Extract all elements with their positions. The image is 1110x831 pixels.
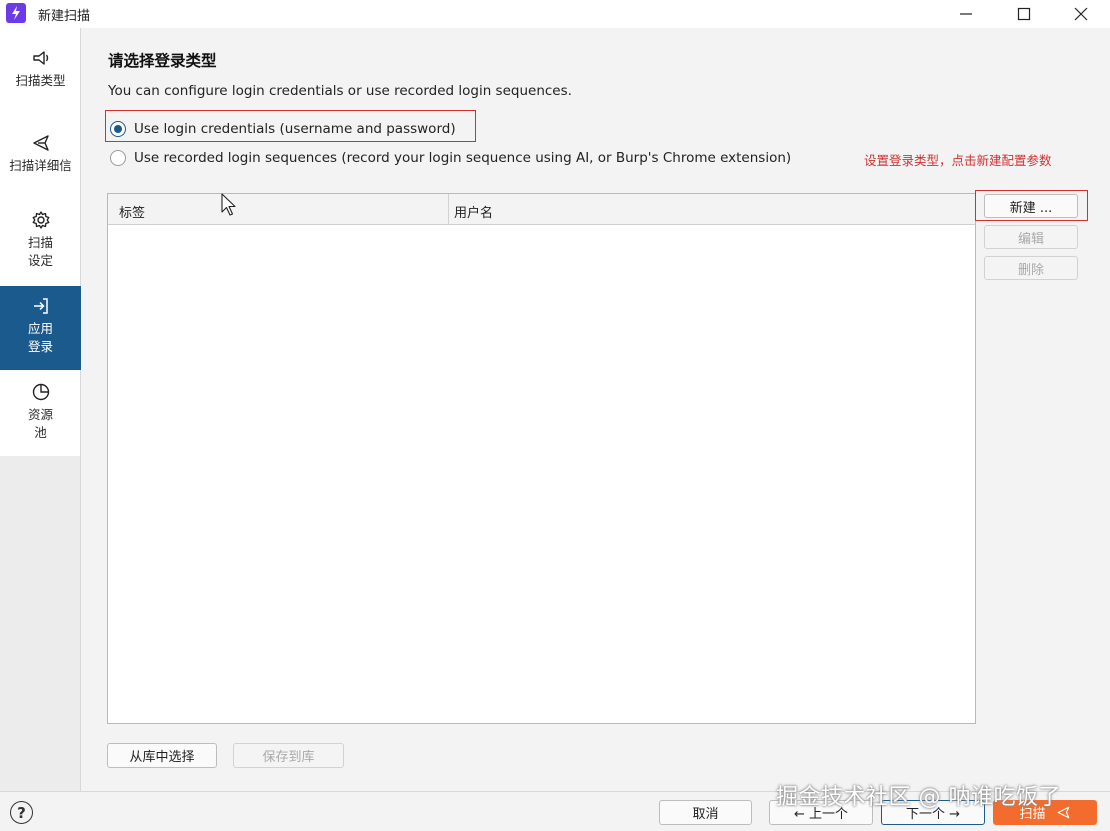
gear-icon bbox=[32, 211, 49, 229]
radio-checked-icon[interactable] bbox=[110, 121, 126, 137]
save-to-library-button[interactable]: 保存到库 bbox=[233, 743, 344, 768]
column-header-username[interactable]: 用户名 bbox=[454, 202, 493, 221]
watermark-text: 掘金技术社区 @ 呐谁吃饭了 bbox=[776, 785, 1061, 810]
scan-type-icon bbox=[32, 51, 48, 65]
minimize-button[interactable] bbox=[937, 0, 995, 28]
title-bar: 新建扫描 bbox=[0, 0, 1110, 28]
sidebar-item-resource-pool[interactable]: 资源池 bbox=[0, 382, 81, 452]
login-icon bbox=[33, 298, 48, 314]
radio-unchecked-icon[interactable] bbox=[110, 150, 126, 166]
sidebar-item-label: 扫描设定 bbox=[27, 235, 53, 268]
sidebar-item-label: 扫描详细信 bbox=[9, 158, 72, 173]
delete-button[interactable]: 删除 bbox=[984, 256, 1078, 280]
column-divider[interactable] bbox=[448, 194, 449, 225]
sidebar-item-scan-settings[interactable]: 扫描设定 bbox=[0, 210, 81, 280]
mouse-cursor-icon bbox=[221, 193, 236, 216]
window-title: 新建扫描 bbox=[38, 9, 91, 24]
minimize-icon bbox=[960, 13, 972, 15]
close-button[interactable] bbox=[1052, 0, 1110, 28]
option-recorded-sequences[interactable]: Use recorded login sequences (record you… bbox=[110, 150, 791, 166]
pie-icon bbox=[32, 383, 49, 401]
credentials-table[interactable]: 标签 用户名 bbox=[107, 193, 976, 724]
burp-logo-icon bbox=[6, 3, 26, 23]
help-icon[interactable]: ? bbox=[10, 801, 33, 824]
sidebar-item-app-login[interactable]: 应用登录 bbox=[0, 286, 81, 370]
option-label: Use login credentials (username and pass… bbox=[134, 121, 456, 137]
sidebar-item-label: 扫描类型 bbox=[15, 73, 66, 88]
select-from-library-button[interactable]: 从库中选择 bbox=[107, 743, 217, 768]
column-header-label[interactable]: 标签 bbox=[119, 202, 145, 221]
close-icon bbox=[1074, 7, 1088, 21]
sidebar-item-scan-type[interactable]: 扫描类型 bbox=[0, 48, 81, 118]
cancel-button[interactable]: 取消 bbox=[659, 800, 752, 825]
main-panel: 请选择登录类型 You can configure login credenti… bbox=[81, 28, 1110, 791]
edit-button[interactable]: 编辑 bbox=[984, 225, 1078, 249]
sidebar-item-label: 资源池 bbox=[27, 407, 53, 440]
sidebar-item-label: 应用登录 bbox=[27, 321, 53, 354]
sidebar-empty-area bbox=[0, 456, 81, 791]
maximize-icon bbox=[1017, 7, 1031, 21]
send-icon bbox=[32, 135, 49, 151]
option-login-credentials[interactable]: Use login credentials (username and pass… bbox=[110, 121, 456, 137]
sidebar-item-scan-details[interactable]: 扫描详细信 bbox=[0, 133, 81, 193]
new-button[interactable]: 新建 ... bbox=[984, 194, 1078, 218]
annotation-note: 设置登录类型，点击新建配置参数 bbox=[864, 153, 1052, 168]
maximize-button[interactable] bbox=[995, 0, 1053, 28]
option-label: Use recorded login sequences (record you… bbox=[134, 150, 792, 166]
page-description: You can configure login credentials or u… bbox=[108, 83, 572, 99]
page-title: 请选择登录类型 bbox=[108, 52, 217, 70]
